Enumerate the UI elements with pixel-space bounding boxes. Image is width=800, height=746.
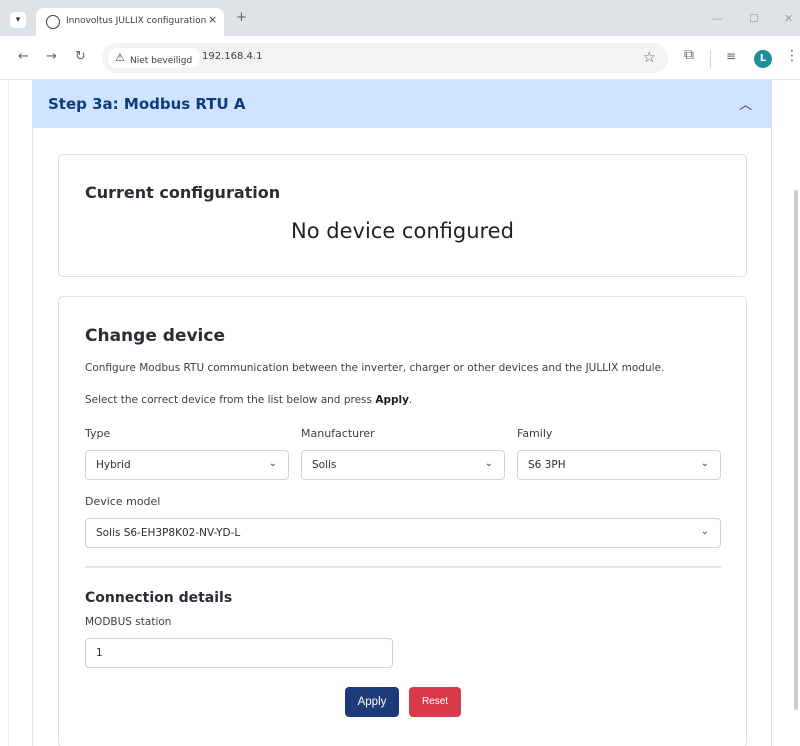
device-model-value: Solis S6-EH3P8K02-NV-YD-L	[96, 527, 241, 539]
family-value: S6 3PH	[528, 459, 566, 471]
browser-tab[interactable]: Innovoltus JULLIX configuration ×	[36, 8, 224, 36]
page-left-edge	[8, 80, 9, 746]
arrow-right-icon[interactable]: →	[46, 49, 57, 64]
reload-icon[interactable]: ↻	[75, 49, 86, 64]
modbus-station-value: 1	[96, 647, 103, 659]
current-configuration-heading: Current configuration	[85, 183, 281, 202]
page-scrollbar[interactable]	[794, 190, 798, 710]
apply-button[interactable]: Apply	[345, 687, 399, 717]
new-tab-icon[interactable]: +	[236, 11, 247, 24]
modbus-station-label: MODBUS station	[85, 616, 172, 628]
device-model-label: Device model	[85, 495, 161, 508]
family-label: Family	[517, 427, 553, 440]
puzzle-icon[interactable]: ⧉	[684, 47, 694, 63]
close-icon[interactable]: ×	[208, 13, 217, 26]
browser-tab-strip: ▾ Innovoltus JULLIX configuration × + — …	[0, 0, 800, 36]
arrow-left-icon[interactable]: ←	[18, 49, 29, 64]
type-label: Type	[85, 427, 111, 440]
globe-icon	[46, 15, 60, 29]
family-select[interactable]: S6 3PH ⌄	[517, 450, 721, 480]
chevron-down-icon: ⌄	[700, 526, 709, 537]
maximize-icon[interactable]: ☐	[749, 12, 759, 25]
section-divider	[85, 566, 721, 568]
change-device-description: Configure Modbus RTU communication betwe…	[85, 362, 665, 374]
chevron-down-icon: ⌄	[484, 458, 493, 469]
warning-triangle-icon: ⚠	[115, 51, 125, 64]
reset-button[interactable]: Reset	[409, 687, 461, 717]
manufacturer-label: Manufacturer	[301, 427, 375, 440]
connection-details-heading: Connection details	[85, 590, 233, 606]
window-close-icon[interactable]: ✕	[784, 12, 793, 25]
security-label: Niet beveiligd	[130, 56, 193, 66]
page-viewport: Step 3a: Modbus RTU A ︿ Current configur…	[0, 80, 800, 746]
chevron-up-icon[interactable]: ︿	[739, 94, 752, 113]
profile-avatar[interactable]: L	[754, 50, 772, 68]
tab-title: Innovoltus JULLIX configuration	[66, 16, 207, 26]
change-device-card: Change device Configure Modbus RTU commu…	[58, 296, 747, 746]
star-icon[interactable]: ☆	[643, 48, 656, 66]
security-chip[interactable]: ⚠ Niet beveiligd	[108, 48, 201, 68]
change-device-instruction: Select the correct device from the list …	[85, 394, 413, 406]
manufacturer-value: Solis	[312, 459, 337, 471]
current-configuration-card: Current configuration No device configur…	[58, 154, 747, 277]
chevron-down-icon: ⌄	[700, 458, 709, 469]
browser-toolbar: ← → ↻ ⚠ Niet beveiligd 192.168.4.1 ☆	[0, 36, 800, 80]
url-text[interactable]: 192.168.4.1	[202, 51, 262, 62]
kebab-menu-icon[interactable]: ⋮	[785, 48, 799, 64]
chevron-down-icon[interactable]: ▾	[10, 12, 26, 28]
type-select[interactable]: Hybrid ⌄	[85, 450, 289, 480]
change-device-heading: Change device	[85, 326, 225, 346]
modbus-station-input[interactable]: 1	[85, 638, 393, 668]
device-model-select[interactable]: Solis S6-EH3P8K02-NV-YD-L ⌄	[85, 518, 721, 548]
accordion-header[interactable]: Step 3a: Modbus RTU A ︿	[32, 80, 772, 128]
side-panel-icon[interactable]: ≡	[726, 49, 736, 63]
device-status: No device configured	[291, 219, 514, 243]
manufacturer-select[interactable]: Solis ⌄	[301, 450, 505, 480]
chevron-down-icon: ⌄	[268, 458, 277, 469]
type-value: Hybrid	[96, 459, 131, 471]
accordion-title: Step 3a: Modbus RTU A	[48, 95, 246, 113]
toolbar-divider	[710, 50, 711, 68]
minimize-icon[interactable]: —	[712, 12, 723, 25]
address-bar[interactable]: ⚠ Niet beveiligd 192.168.4.1 ☆	[102, 43, 668, 73]
